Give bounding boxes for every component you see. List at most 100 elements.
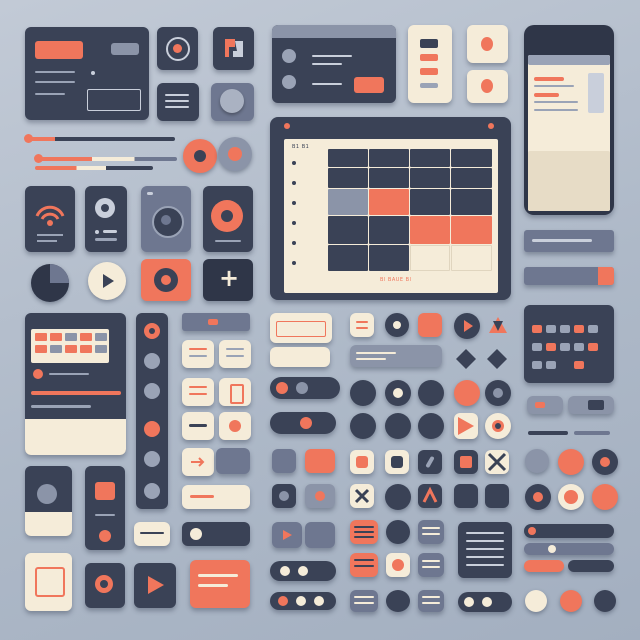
wifi-tile[interactable] [25, 186, 75, 252]
text-chip[interactable] [182, 378, 214, 406]
round-button[interactable] [560, 590, 582, 612]
round-button[interactable] [385, 380, 411, 406]
pill-control[interactable] [270, 561, 336, 581]
play-card[interactable] [134, 563, 176, 608]
round-button[interactable] [418, 380, 444, 406]
knob-button[interactable] [218, 137, 252, 171]
square-button[interactable] [272, 522, 302, 548]
input-box[interactable] [270, 347, 330, 367]
primary-button[interactable] [35, 41, 83, 59]
square-button[interactable] [272, 484, 296, 508]
round-button[interactable] [525, 590, 547, 612]
slider-control[interactable] [524, 524, 614, 538]
coral-panel[interactable] [190, 560, 250, 608]
record-card[interactable] [85, 563, 125, 608]
pill-control[interactable] [458, 592, 512, 612]
square-button[interactable] [305, 484, 335, 508]
input-field[interactable] [87, 89, 141, 111]
slider-control[interactable] [524, 560, 564, 572]
stack-card[interactable] [25, 553, 72, 611]
slider-control[interactable] [568, 560, 614, 572]
text-chip[interactable] [182, 412, 214, 440]
icon-button[interactable] [385, 450, 409, 474]
striped-button[interactable] [350, 553, 378, 577]
icon-button[interactable] [385, 313, 409, 337]
list-icon-tile[interactable] [157, 83, 199, 121]
add-button[interactable]: + [203, 259, 253, 301]
square-button[interactable] [305, 449, 335, 473]
striped-button[interactable] [418, 590, 444, 612]
round-button[interactable] [350, 380, 376, 406]
dual-chip[interactable] [182, 522, 250, 546]
toggle-row[interactable] [270, 377, 340, 399]
play-icon[interactable] [454, 313, 480, 339]
icon-button[interactable] [350, 484, 374, 508]
input-box[interactable] [270, 313, 332, 343]
tab-toggle[interactable] [568, 396, 614, 414]
swap-icon[interactable] [485, 313, 511, 339]
text-bar[interactable] [350, 345, 442, 367]
chip[interactable] [216, 448, 250, 474]
icon-button[interactable] [386, 553, 410, 577]
toggle-row[interactable] [270, 412, 336, 434]
secondary-button[interactable] [111, 43, 139, 55]
round-button[interactable] [485, 413, 511, 439]
icon-button[interactable] [418, 450, 442, 474]
nav-button[interactable] [282, 49, 296, 63]
disc-tile[interactable] [203, 186, 253, 252]
round-button[interactable] [485, 380, 511, 406]
round-button[interactable] [558, 484, 584, 510]
round-button[interactable] [385, 484, 411, 510]
round-button[interactable] [525, 449, 549, 473]
drop-tile[interactable] [467, 70, 508, 103]
slider-thumb[interactable] [24, 134, 33, 143]
diamond-icon[interactable] [485, 347, 509, 371]
slider[interactable] [574, 431, 610, 435]
striped-button[interactable] [350, 520, 378, 544]
speaker-tile[interactable] [85, 186, 127, 252]
chip[interactable] [182, 313, 250, 331]
icon-button[interactable] [418, 313, 442, 337]
arrow-chip[interactable] [182, 448, 214, 476]
diamond-icon[interactable] [454, 347, 478, 371]
icon-button[interactable] [485, 450, 509, 474]
slider-thumb[interactable] [34, 154, 43, 163]
progress-bar[interactable] [524, 267, 614, 285]
fold-icon[interactable] [454, 413, 478, 439]
text-chip[interactable] [219, 412, 251, 440]
pie-icon[interactable] [31, 264, 69, 302]
record-button[interactable] [183, 139, 217, 173]
wide-chip[interactable] [182, 485, 250, 509]
striped-button[interactable] [350, 590, 378, 612]
striped-button[interactable] [418, 520, 444, 544]
icon-button[interactable] [454, 450, 478, 474]
text-chip[interactable] [219, 378, 251, 406]
record-tile[interactable] [141, 259, 191, 301]
square-button[interactable] [272, 449, 296, 473]
wide-chip[interactable] [134, 522, 170, 546]
round-button[interactable] [418, 413, 444, 439]
camera-tile[interactable] [141, 186, 191, 252]
text-chip[interactable] [219, 340, 251, 368]
slider-control[interactable] [524, 543, 614, 555]
square-button[interactable] [305, 522, 335, 548]
round-button[interactable] [558, 449, 584, 475]
calendar-grid[interactable] [328, 149, 492, 271]
cta-button[interactable] [354, 77, 384, 93]
round-button[interactable] [386, 520, 410, 544]
round-button[interactable] [385, 413, 411, 439]
search-bar[interactable] [524, 230, 614, 252]
pill-control[interactable] [270, 592, 336, 610]
icon-button[interactable] [350, 313, 374, 337]
round-button[interactable] [592, 449, 618, 475]
slider-track[interactable] [35, 157, 177, 161]
round-button[interactable] [525, 484, 551, 510]
toggle-tile[interactable] [211, 83, 254, 121]
target-icon-tile[interactable] [157, 27, 198, 70]
icon-button[interactable] [418, 484, 442, 508]
drop-tile[interactable] [467, 25, 508, 63]
round-button[interactable] [350, 413, 376, 439]
round-button[interactable] [594, 590, 616, 612]
round-button[interactable] [592, 484, 618, 510]
slider[interactable] [528, 431, 568, 435]
